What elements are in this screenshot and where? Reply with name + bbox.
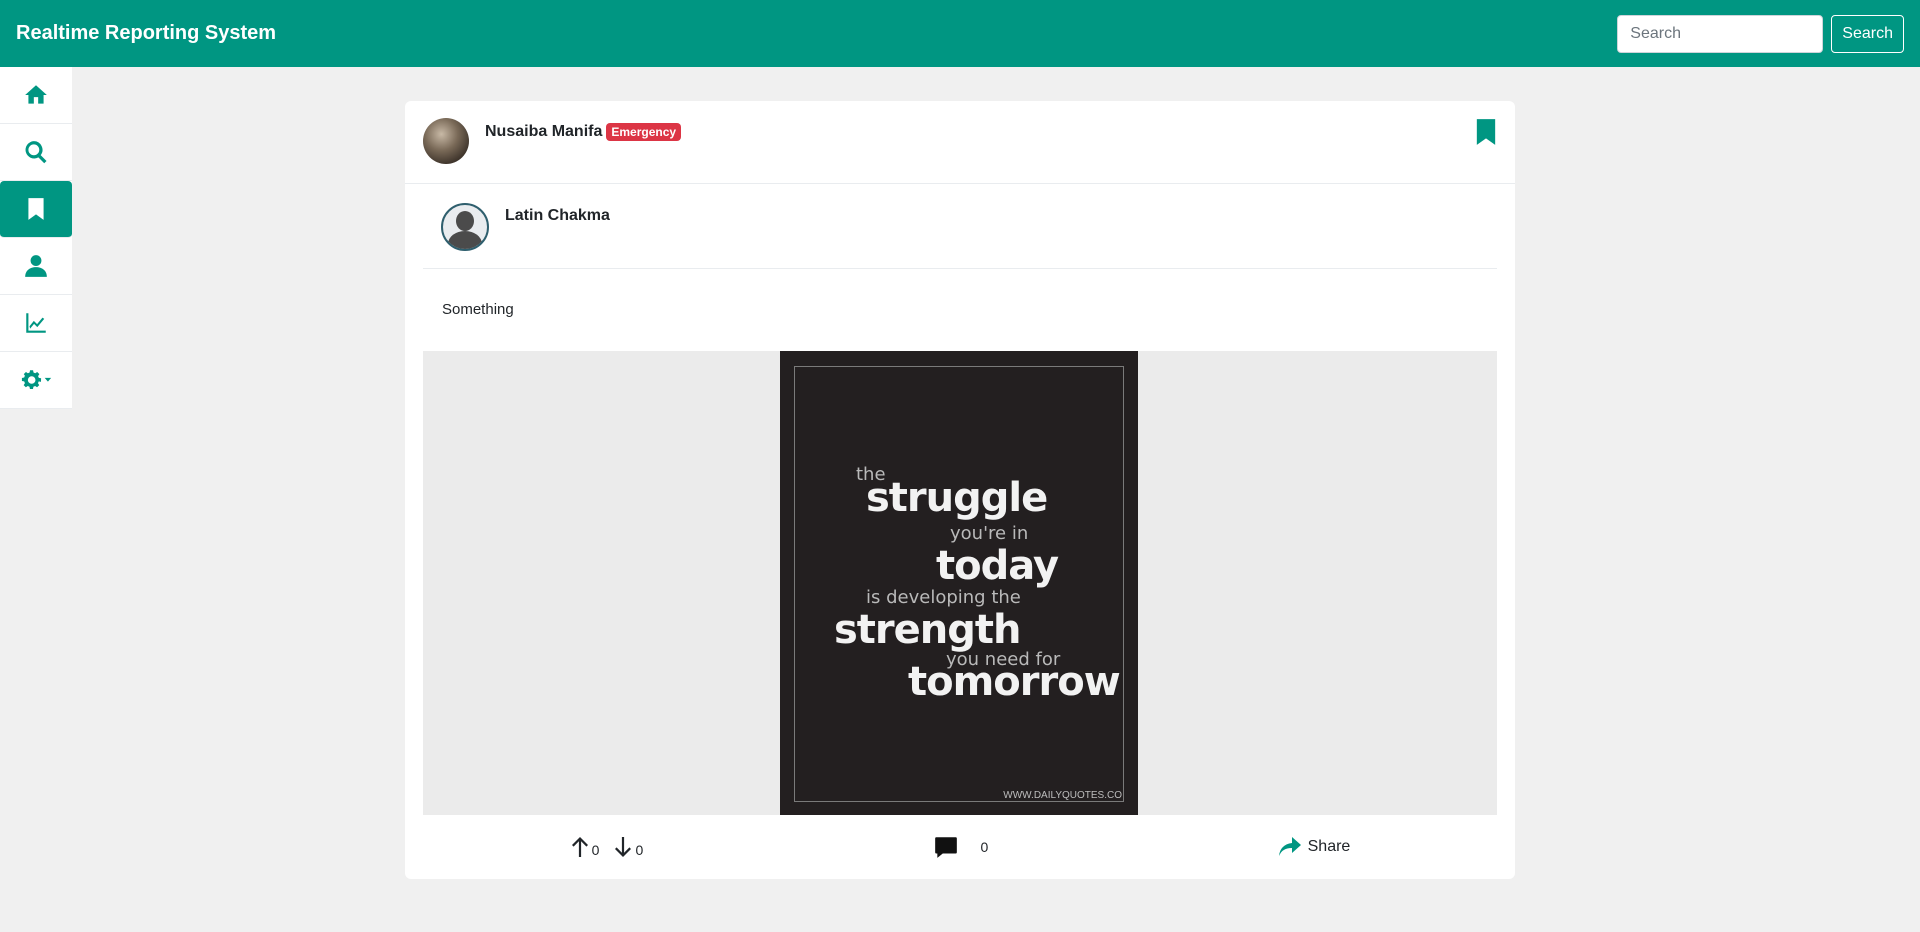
bookmark-icon: [1476, 119, 1496, 145]
shared-author-name[interactable]: Latin Chakma: [505, 207, 610, 225]
home-icon: [25, 85, 47, 104]
upvote-button[interactable]: 0: [570, 836, 600, 858]
post-actions: 0 0 0 Share: [405, 815, 1515, 879]
image-text-line: tomorrow: [908, 659, 1121, 705]
arrow-down-icon: [615, 837, 632, 857]
gear-icon: [21, 370, 52, 389]
post-body-text: Something: [442, 301, 514, 318]
bookmark-icon: [28, 198, 44, 220]
sidebar-item-home[interactable]: [0, 67, 72, 124]
upvote-count: 0: [591, 842, 600, 858]
author-name[interactable]: Nusaiba Manifa: [485, 123, 602, 141]
sidebar-item-settings[interactable]: [0, 352, 72, 409]
chart-line-icon: [26, 313, 46, 333]
sidebar-item-analytics[interactable]: [0, 295, 72, 352]
comment-icon: [934, 837, 957, 858]
image-text-line: is developing the: [866, 587, 1021, 608]
search-input[interactable]: [1617, 14, 1824, 53]
emergency-badge: Emergency: [606, 123, 682, 141]
caret-down-icon: [44, 377, 52, 382]
bookmark-button[interactable]: [1475, 119, 1497, 145]
comment-button[interactable]: 0: [933, 834, 989, 860]
vote-group: 0 0: [570, 836, 643, 858]
search-icon: [25, 141, 47, 164]
author-info: Nusaiba Manifa Emergency: [485, 123, 682, 141]
shared-author-row: Latin Chakma: [423, 184, 1497, 269]
author-avatar[interactable]: [423, 118, 469, 164]
image-text-line: you're in: [950, 523, 1029, 544]
downvote-button[interactable]: 0: [613, 836, 643, 858]
post-header: Nusaiba Manifa Emergency: [405, 101, 1515, 184]
post-image[interactable]: the struggle you're in today is developi…: [780, 351, 1138, 815]
downvote-count: 0: [635, 842, 644, 858]
sidebar-item-bookmarks[interactable]: [0, 181, 72, 238]
user-icon: [25, 255, 47, 277]
sidebar-item-search[interactable]: [0, 124, 72, 181]
sidebar: [0, 67, 72, 409]
sidebar-item-profile[interactable]: [0, 238, 72, 295]
search-form: Search: [1617, 14, 1904, 53]
app-title[interactable]: Realtime Reporting System: [16, 22, 276, 45]
top-navbar: Realtime Reporting System Search: [0, 0, 1920, 67]
search-button[interactable]: Search: [1831, 14, 1904, 53]
image-watermark: WWW.DAILYQUOTES.CO: [1003, 790, 1122, 801]
image-text-line: strength: [834, 607, 1021, 653]
image-text-line: today: [936, 543, 1059, 589]
image-text-line: struggle: [866, 475, 1048, 521]
post-card: Nusaiba Manifa Emergency Latin Chakma So…: [405, 101, 1515, 879]
comment-count: 0: [980, 839, 989, 855]
post-image-container: the struggle you're in today is developi…: [423, 351, 1497, 815]
default-avatar[interactable]: [441, 203, 489, 251]
arrow-up-icon: [571, 837, 588, 857]
share-icon: [1278, 837, 1301, 856]
share-label: Share: [1307, 838, 1351, 855]
share-button[interactable]: Share: [1278, 836, 1351, 858]
